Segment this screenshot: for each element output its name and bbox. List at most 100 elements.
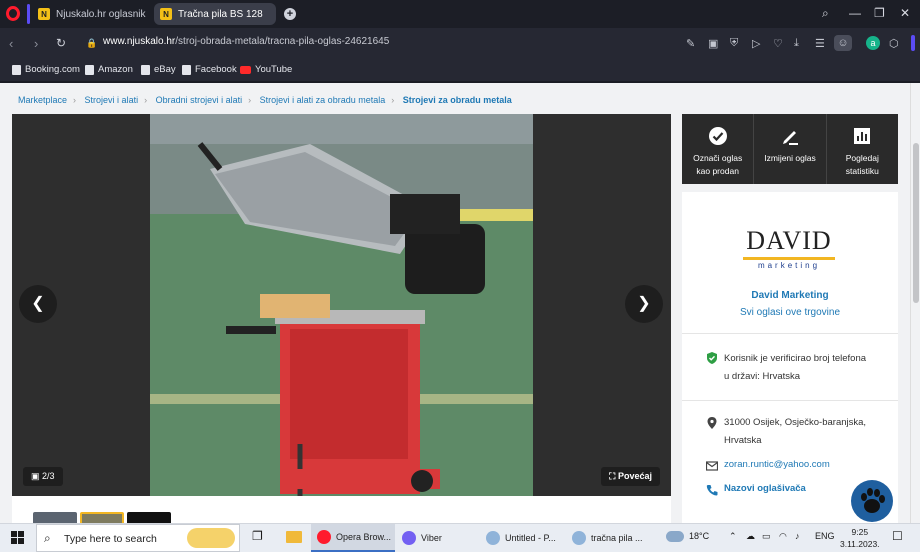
paint-icon — [572, 531, 586, 545]
edit-pen-icon — [782, 131, 798, 145]
language-indicator[interactable]: ENG — [815, 531, 835, 541]
thumbnail-1[interactable] — [33, 512, 77, 523]
seller-address: 31000 Osijek, Osječko-baranjska, Hrvatska — [724, 417, 867, 446]
tab-label: Tračna pila BS 128 — [178, 8, 263, 20]
check-circle-icon — [708, 127, 727, 145]
search-highlight-image — [187, 528, 235, 548]
scrollbar-thumb[interactable] — [913, 143, 919, 303]
breadcrumb-item[interactable]: Strojevi i alati — [85, 95, 139, 105]
taskbar-app-opera[interactable]: Opera Brow... — [311, 524, 395, 552]
phone-icon — [706, 485, 718, 496]
next-image-button[interactable]: ❯ — [625, 285, 663, 323]
page-content: Marketplace › Strojevi i alati › Obradni s… — [0, 83, 910, 523]
opera-icon — [317, 530, 331, 544]
thumbnail-2[interactable] — [80, 512, 124, 523]
minimize-button[interactable]: — — [849, 6, 861, 20]
tab-njuskalo[interactable]: N Njuskalo.hr oglasnik — [32, 3, 150, 25]
reload-button[interactable]: ↻ — [56, 36, 66, 50]
breadcrumb-item-current[interactable]: Strojevi za obradu metala — [403, 95, 512, 105]
back-button[interactable]: ‹ — [9, 36, 13, 51]
mark-sold-button[interactable]: Označi oglas kao prodan — [682, 114, 755, 184]
weather-icon[interactable] — [666, 531, 684, 542]
breadcrumb-item[interactable]: Strojevi i alati za obradu metala — [260, 95, 386, 105]
heart-icon[interactable]: ♡ — [773, 37, 783, 50]
camera-icon: ▣ — [31, 471, 40, 481]
bookmark-booking[interactable]: Booking.com — [12, 64, 80, 75]
thumbnail-3[interactable] — [127, 512, 171, 523]
play-icon[interactable]: ▷ — [752, 37, 760, 50]
taskbar-search-box[interactable]: ⌕ Type here to search — [36, 524, 240, 552]
mail-icon — [706, 461, 718, 471]
url-field[interactable]: www.njuskalo.hr/stroj-obrada-metala/trac… — [103, 36, 389, 47]
download-icon[interactable]: ⤓ — [794, 37, 799, 50]
edit-icon[interactable]: ✎ — [686, 37, 695, 50]
edit-ad-button[interactable]: Izmijeni oglas — [754, 114, 827, 184]
ad-actions-panel: Označi oglas kao prodan Izmijeni oglas Po… — [682, 114, 898, 184]
close-window-button[interactable]: ✕ — [900, 6, 910, 20]
bookmark-youtube[interactable]: YouTube — [240, 64, 292, 75]
workspace-indicator — [27, 4, 30, 24]
tab-tracna-pila[interactable]: N Tračna pila BS 128 — [154, 3, 276, 25]
wifi-icon[interactable]: ◠ — [779, 531, 787, 542]
forward-button[interactable]: › — [34, 36, 38, 51]
search-tabs-icon[interactable]: ⌕ — [822, 6, 829, 21]
seller-name-link[interactable]: David Marketing — [682, 290, 898, 301]
search-icon: ⌕ — [44, 531, 51, 545]
breadcrumb-item[interactable]: Obradni strojevi i alati — [156, 95, 243, 105]
taskbar-app-viber[interactable]: Viber — [396, 524, 476, 552]
show-hidden-icons-icon[interactable]: ⌃ — [729, 531, 737, 542]
file-icon — [141, 64, 150, 75]
shield-icon[interactable]: ⛨ — [730, 37, 738, 50]
seller-logo[interactable]: DAVID marketing — [739, 226, 839, 278]
bookmark-amazon[interactable]: Amazon — [85, 64, 133, 75]
chat-support-button[interactable] — [851, 480, 893, 522]
battery-icon[interactable]: ▭ — [762, 531, 771, 542]
image-gallery: ❮ ❯ ▣ 2/3 ⛶ Povećaj — [12, 114, 671, 496]
task-view-icon[interactable]: ❐ — [252, 529, 263, 543]
file-explorer-icon[interactable] — [286, 531, 302, 543]
windows-start-icon[interactable] — [11, 531, 24, 544]
bookmark-facebook[interactable]: Facebook — [182, 64, 237, 75]
thumbnail-strip — [12, 496, 671, 523]
bookmarks-bar — [0, 58, 920, 82]
camera-icon[interactable]: ▣ — [708, 37, 718, 50]
view-stats-button[interactable]: Pogledaj statistiku — [827, 114, 898, 184]
aria-ai-icon[interactable]: a — [866, 36, 880, 50]
taskbar-app-paint[interactable]: Untitled - P... — [480, 524, 562, 552]
sidebar-toggle[interactable] — [911, 35, 915, 51]
divider — [682, 333, 898, 334]
verified-text: Korisnik je verificirao broj telefona u d… — [724, 353, 867, 382]
tab-label: Njuskalo.hr oglasnik — [56, 8, 146, 20]
extensions-icon[interactable]: ⬡ — [889, 37, 899, 50]
page-scrollbar[interactable] — [910, 83, 920, 523]
bar-chart-icon — [854, 128, 871, 144]
weather-temperature[interactable]: 18°C — [689, 531, 709, 541]
amazon-icon — [85, 64, 94, 75]
lock-icon[interactable]: 🔒 — [86, 38, 97, 49]
seller-email-link[interactable]: zoran.runtic@yahoo.com — [724, 456, 830, 474]
njuskalo-favicon-icon: N — [38, 8, 50, 20]
url-path: /stroj-obrada-metala/tracna-pila-oglas-2… — [175, 36, 390, 47]
onedrive-icon[interactable]: ☁ — [746, 531, 755, 542]
clock[interactable]: 9:25 3.11.2023. — [840, 526, 880, 550]
previous-image-button[interactable]: ❮ — [19, 285, 57, 323]
zoom-button[interactable]: ⛶ Povećaj — [601, 467, 660, 486]
paint-icon — [486, 531, 500, 545]
breadcrumb-item[interactable]: Marketplace — [18, 95, 67, 105]
opera-logo-icon[interactable] — [6, 6, 20, 21]
taskbar-app-paint-2[interactable]: tračna pila ... — [566, 524, 650, 552]
expand-icon: ⛶ — [609, 471, 616, 481]
bookmark-ebay[interactable]: eBay — [141, 64, 176, 75]
restore-button[interactable]: ❐ — [874, 6, 885, 20]
image-counter: ▣ 2/3 — [23, 467, 63, 486]
profile-icon[interactable]: ☺ — [834, 35, 852, 51]
viber-icon — [402, 531, 416, 545]
call-seller-link[interactable]: Nazovi oglašivača — [724, 480, 806, 498]
notifications-icon[interactable]: ☐ — [892, 529, 903, 543]
volume-icon[interactable]: ♪ — [795, 531, 800, 541]
verified-shield-icon — [707, 352, 717, 364]
new-tab-button[interactable]: + — [284, 8, 296, 20]
all-ads-link[interactable]: Svi oglasi ove trgovine — [682, 307, 898, 318]
product-photo[interactable] — [150, 114, 533, 496]
menu-icon[interactable]: ☰ — [815, 37, 825, 50]
